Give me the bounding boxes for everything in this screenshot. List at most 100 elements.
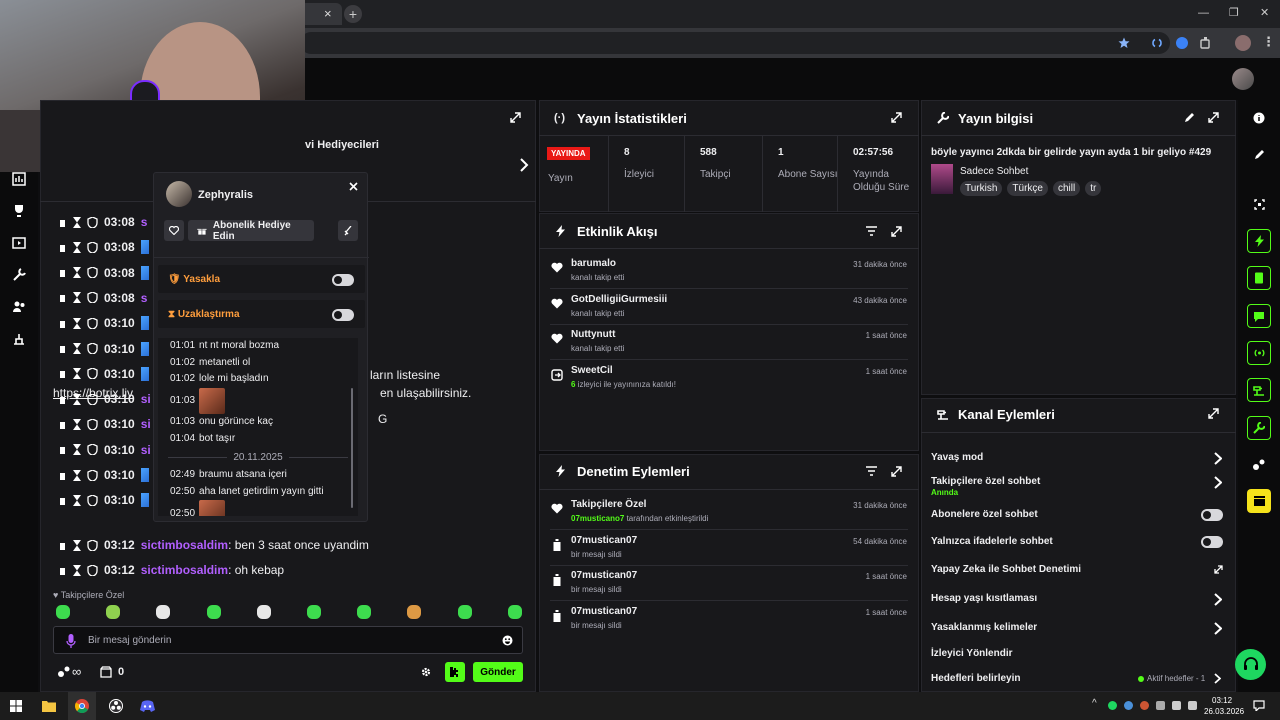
- delete-message-icon[interactable]: [58, 419, 67, 430]
- extension-audio-icon[interactable]: [1150, 36, 1164, 50]
- window-minimize-icon[interactable]: —: [1198, 7, 1209, 19]
- broadcast-button[interactable]: [1247, 341, 1271, 365]
- ban-shield-icon[interactable]: [87, 539, 98, 551]
- delete-message-icon[interactable]: [58, 470, 67, 481]
- file-explorer-icon[interactable]: [42, 699, 56, 712]
- close-icon[interactable]: [349, 182, 358, 191]
- message-username[interactable]: s: [141, 291, 148, 305]
- tray-app-icon[interactable]: [1108, 701, 1117, 710]
- delete-message-icon[interactable]: [58, 343, 67, 354]
- ban-shield-icon[interactable]: [87, 241, 98, 253]
- user-avatar[interactable]: [1232, 68, 1254, 90]
- address-bar[interactable]: [300, 32, 1170, 54]
- discord-icon[interactable]: [140, 700, 155, 712]
- channel-action-label[interactable]: Yavaş mod: [931, 452, 983, 463]
- new-tab-icon[interactable]: +: [344, 5, 362, 23]
- stream-tag[interactable]: chill: [1052, 181, 1081, 196]
- settings-button[interactable]: [1247, 416, 1271, 440]
- timeout-hourglass-icon[interactable]: [73, 368, 81, 380]
- chevron-right-icon[interactable]: [1214, 476, 1222, 489]
- tray-app-icon[interactable]: [1156, 701, 1165, 710]
- tray-steam-icon[interactable]: [1124, 701, 1133, 710]
- timeout-hourglass-icon[interactable]: [73, 418, 81, 430]
- tray-expand-icon[interactable]: ^: [1092, 698, 1097, 709]
- timeout-hourglass-icon[interactable]: [73, 216, 81, 228]
- ban-shield-icon[interactable]: [87, 469, 98, 481]
- delete-message-icon[interactable]: [58, 318, 67, 329]
- ban-shield-icon[interactable]: [87, 564, 98, 576]
- notes-button[interactable]: [1247, 266, 1271, 290]
- history-scrollbar[interactable]: [351, 388, 353, 508]
- dashboard-icon[interactable]: [12, 172, 26, 186]
- channel-action-label[interactable]: Yasaklanmış kelimeler: [931, 622, 1037, 633]
- bookmark-star-icon[interactable]: [1118, 37, 1130, 49]
- trash-icon[interactable]: [552, 609, 562, 622]
- timeout-hourglass-icon[interactable]: [73, 444, 81, 456]
- chrome-taskbar-item[interactable]: [68, 692, 96, 720]
- timeout-hourglass-icon[interactable]: [73, 343, 81, 354]
- heart-icon[interactable]: [551, 262, 563, 273]
- window-maximize-icon[interactable]: ❐: [1229, 6, 1239, 19]
- heart-icon[interactable]: [551, 298, 563, 309]
- follow-heart-button[interactable]: [164, 220, 184, 241]
- activity-button[interactable]: [1247, 229, 1271, 253]
- ban-shield-icon[interactable]: [87, 418, 98, 430]
- gift-subscription-button[interactable]: Abonelik Hediye Edin: [188, 220, 314, 242]
- mod-tools-icon[interactable]: [12, 332, 26, 346]
- emote-icon[interactable]: [407, 605, 422, 619]
- activity-username[interactable]: GotDelligiiGurmesiii: [571, 294, 667, 305]
- emote-icon[interactable]: [307, 605, 321, 619]
- tab-close-icon[interactable]: ×: [324, 6, 332, 21]
- timeout-hourglass-icon[interactable]: [73, 241, 81, 253]
- ban-toggle[interactable]: [332, 274, 354, 286]
- heart-icon[interactable]: [551, 503, 563, 514]
- profile-avatar[interactable]: [1235, 35, 1251, 51]
- user-card-username[interactable]: Zephyralis: [198, 189, 253, 201]
- ban-shield-icon[interactable]: [87, 317, 98, 329]
- emote-icon[interactable]: [156, 605, 171, 619]
- message-username[interactable]: si: [141, 392, 151, 406]
- channel-action-label[interactable]: Yalnızca ifadelerle sohbet: [931, 536, 1053, 547]
- channel-action-label[interactable]: Abonelere özel sohbet: [931, 509, 1038, 520]
- timeout-hourglass-icon[interactable]: [73, 469, 81, 481]
- channel-action-label[interactable]: Hesap yaşı kısıtlaması: [931, 593, 1037, 604]
- mod-action-button[interactable]: [338, 220, 358, 241]
- ban-shield-icon[interactable]: [87, 343, 98, 354]
- notification-icon[interactable]: [1253, 700, 1265, 711]
- chat-settings-gear-icon[interactable]: [421, 667, 431, 677]
- ban-shield-icon[interactable]: [87, 368, 98, 380]
- chevron-right-icon[interactable]: [1214, 673, 1221, 684]
- delete-message-icon[interactable]: [58, 292, 67, 303]
- popout-icon[interactable]: [1208, 408, 1219, 419]
- kick-points-icon[interactable]: [57, 665, 71, 679]
- ban-shield-icon[interactable]: [87, 216, 98, 228]
- emote-icon[interactable]: [56, 605, 70, 619]
- points-button[interactable]: [1247, 453, 1271, 477]
- timeout-hourglass-icon[interactable]: [73, 292, 81, 304]
- timeout-hourglass-icon[interactable]: [73, 267, 81, 279]
- activity-username[interactable]: barumalo: [571, 258, 616, 269]
- timeout-hourglass-icon[interactable]: [73, 393, 81, 405]
- heart-icon[interactable]: [551, 333, 563, 344]
- info-button[interactable]: [1247, 106, 1271, 130]
- ban-shield-icon[interactable]: [87, 494, 98, 506]
- channel-action-label[interactable]: Hedefleri belirleyin: [931, 673, 1020, 684]
- ban-shield-icon[interactable]: [87, 267, 98, 279]
- support-chat-button[interactable]: [1235, 649, 1266, 680]
- channel-action-toggle[interactable]: [1201, 509, 1223, 521]
- ban-shield-icon[interactable]: [87, 292, 98, 304]
- stream-tag[interactable]: Türkçe: [1007, 181, 1048, 196]
- emote-icon[interactable]: [507, 605, 522, 619]
- network-icon[interactable]: [1172, 701, 1181, 710]
- obs-icon[interactable]: [109, 699, 123, 713]
- mod-tools-button[interactable]: [1247, 378, 1271, 402]
- popout-icon[interactable]: [891, 466, 902, 477]
- emote-icon[interactable]: [206, 605, 221, 619]
- chevron-right-icon[interactable]: [1214, 622, 1222, 635]
- filter-icon[interactable]: [866, 226, 877, 236]
- clips-button[interactable]: [1247, 489, 1271, 513]
- video-icon[interactable]: [12, 236, 26, 250]
- emoji-picker-icon[interactable]: [502, 635, 513, 646]
- window-close-icon[interactable]: ✕: [1260, 6, 1269, 19]
- external-link-icon[interactable]: [1214, 565, 1223, 574]
